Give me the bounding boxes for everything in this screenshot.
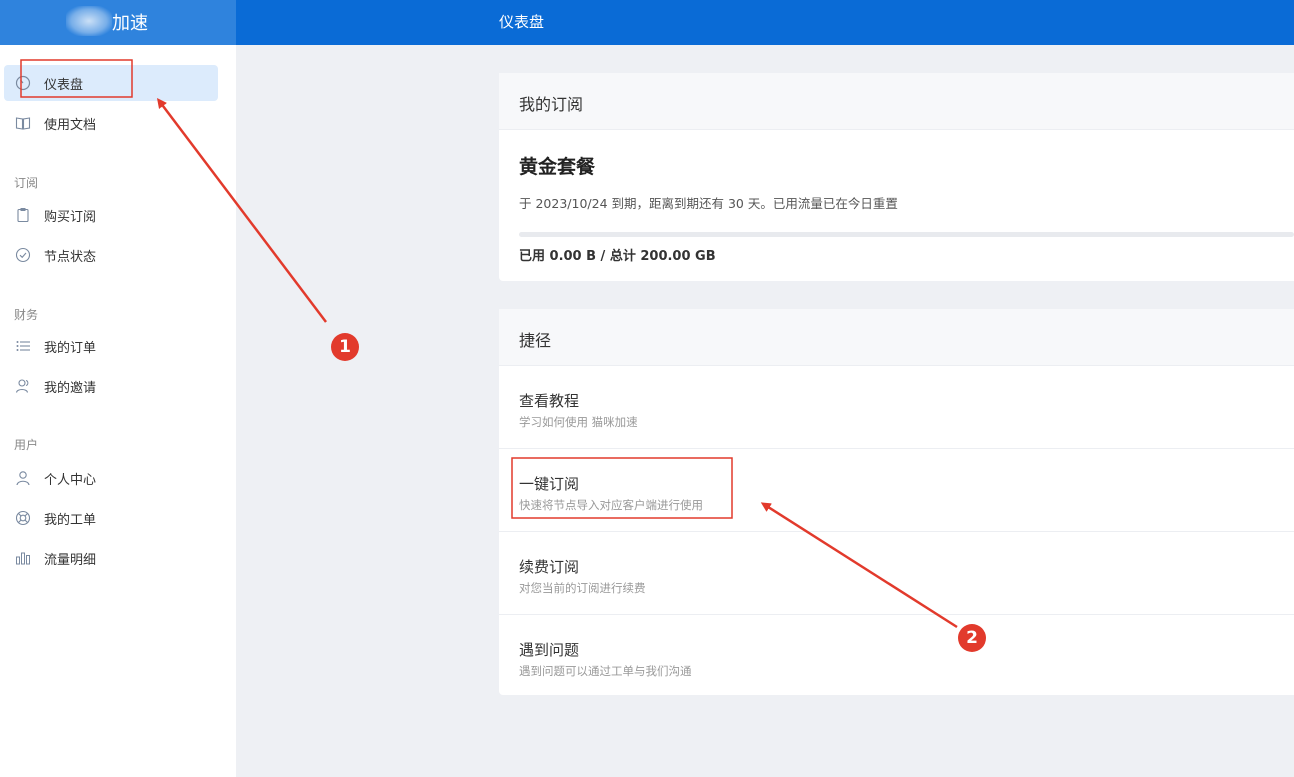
- usage-progress-bar: [519, 232, 1294, 237]
- sidebar-item-label: 个人中心: [44, 473, 97, 488]
- shortcuts-card-header: 捷径: [499, 309, 1294, 366]
- step-marker-2: 2: [958, 624, 986, 652]
- sidebar-item-orders[interactable]: 我的订单: [4, 328, 218, 364]
- nav-group-title: 财务: [14, 308, 39, 322]
- shortcut-renew-subscription[interactable]: 续费订阅 对您当前的订阅进行续费: [499, 532, 1294, 615]
- brand[interactable]: 加速: [0, 0, 236, 45]
- shortcuts-card-title: 捷径: [519, 331, 552, 350]
- bar-chart-icon: [14, 549, 32, 567]
- shortcut-one-click-subscribe[interactable]: 一键订阅 快速将节点导入对应客户端进行使用: [499, 449, 1294, 532]
- shortcut-title: 查看教程: [519, 392, 580, 410]
- check-circle-icon: [14, 246, 32, 264]
- sidebar-item-profile[interactable]: 个人中心: [4, 460, 218, 496]
- shortcut-list: 查看教程 学习如何使用 猫咪加速 一键订阅 快速将节点导入对应客户端进行使用 续…: [499, 366, 1294, 695]
- shortcut-title: 续费订阅: [519, 558, 580, 576]
- expire-text: 于 2023/10/24 到期，距离到期还有 30 天。已用流量已在今日重置: [519, 196, 898, 211]
- sidebar: 仪表盘 使用文档 订阅 购买订阅 节点状态 财务 我的订单 我的邀请 用户 个人…: [0, 45, 236, 777]
- page-title: 仪表盘: [499, 13, 545, 31]
- brand-name: 加速: [112, 13, 148, 34]
- step-marker-1: 1: [331, 333, 359, 361]
- clipboard-icon: [14, 206, 32, 224]
- subscription-card: 我的订阅 黄金套餐 于 2023/10/24 到期，距离到期还有 30 天。已用…: [499, 73, 1294, 281]
- sidebar-item-invites[interactable]: 我的邀请: [4, 368, 218, 404]
- sidebar-item-node-status[interactable]: 节点状态: [4, 237, 218, 273]
- sidebar-item-label: 我的订单: [44, 341, 97, 356]
- usage-text: 已用 0.00 B / 总计 200.00 GB: [519, 249, 716, 264]
- plan-name: 黄金套餐: [519, 156, 596, 178]
- dashboard-icon: [14, 74, 32, 92]
- shortcut-title: 一键订阅: [519, 475, 580, 493]
- sidebar-item-buy-subscription[interactable]: 购买订阅: [4, 197, 218, 233]
- sidebar-item-tickets[interactable]: 我的工单: [4, 500, 218, 536]
- sidebar-item-label: 流量明细: [44, 553, 97, 568]
- subscription-card-header: 我的订阅: [499, 73, 1294, 130]
- shortcuts-card: 捷径 查看教程 学习如何使用 猫咪加速 一键订阅 快速将节点导入对应客户端进行使…: [499, 309, 1294, 695]
- sidebar-item-label: 我的邀请: [44, 381, 97, 396]
- sidebar-item-dashboard[interactable]: 仪表盘: [4, 65, 218, 101]
- nav-group-title: 订阅: [14, 176, 39, 190]
- shortcut-desc: 遇到问题可以通过工单与我们沟通: [519, 664, 692, 678]
- list-icon: [14, 337, 32, 355]
- users-icon: [14, 377, 32, 395]
- sidebar-item-label: 使用文档: [44, 118, 97, 133]
- user-icon: [14, 469, 32, 487]
- shortcut-desc: 学习如何使用 猫咪加速: [519, 415, 638, 429]
- subscription-card-title: 我的订阅: [519, 95, 584, 114]
- shortcut-desc: 快速将节点导入对应客户端进行使用: [519, 498, 703, 512]
- sidebar-item-docs[interactable]: 使用文档: [4, 105, 218, 141]
- sidebar-item-traffic[interactable]: 流量明细: [4, 540, 218, 576]
- brand-logo-blurred: [66, 6, 112, 36]
- top-bar: 加速 仪表盘: [0, 0, 1294, 45]
- sidebar-item-label: 购买订阅: [44, 210, 97, 225]
- lifebuoy-icon: [14, 509, 32, 527]
- book-icon: [14, 114, 32, 132]
- shortcut-title: 遇到问题: [519, 641, 580, 659]
- sidebar-item-label: 我的工单: [44, 513, 97, 528]
- shortcut-desc: 对您当前的订阅进行续费: [519, 581, 646, 595]
- nav-group-title: 用户: [14, 438, 39, 452]
- sidebar-item-label: 节点状态: [44, 250, 97, 265]
- sidebar-item-label: 仪表盘: [44, 78, 84, 93]
- shortcut-get-help[interactable]: 遇到问题 遇到问题可以通过工单与我们沟通: [499, 615, 1294, 697]
- shortcut-view-tutorial[interactable]: 查看教程 学习如何使用 猫咪加速: [499, 366, 1294, 449]
